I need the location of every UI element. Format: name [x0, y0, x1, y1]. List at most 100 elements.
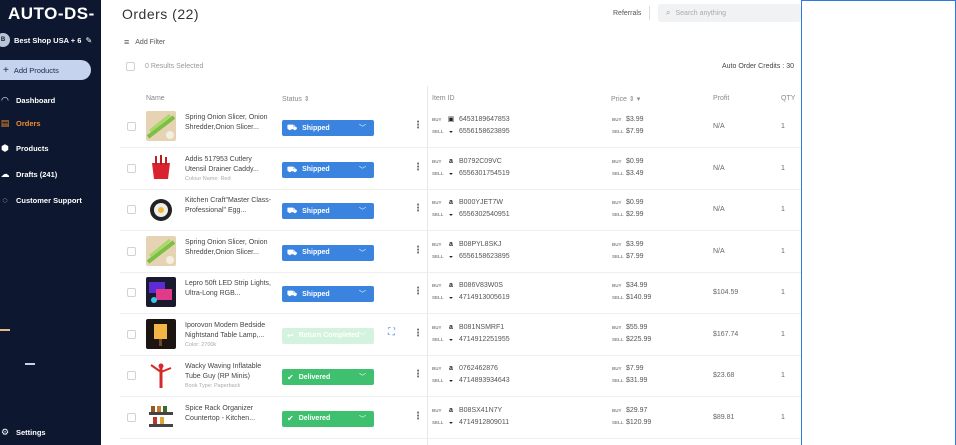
status-dropdown[interactable]: ✔ Delivered ﹀ — [282, 369, 374, 385]
buy-item-id[interactable]: B08SX41N7Y — [459, 407, 502, 414]
product-name[interactable]: Spring Onion Slicer, Onion Shredder,Onio… — [185, 238, 275, 258]
more-options-icon[interactable]: ⋮ — [413, 369, 423, 380]
table-row[interactable]: Addis 517953 Cutlery Utensil Drainer Cad… — [120, 149, 801, 190]
product-name[interactable]: Wacky Waving Inflatable Tube Guy (RP Min… — [185, 362, 275, 382]
sell-item-id[interactable]: 6556302540951 — [459, 211, 510, 218]
column-qty[interactable]: QTY — [781, 95, 795, 102]
add-filter-button[interactable]: ≡ Add Filter — [124, 37, 165, 47]
column-name[interactable]: Name — [146, 95, 165, 102]
shop-selector[interactable]: B Best Shop USA + 6 ✎ — [0, 32, 92, 48]
table-row[interactable]: Spring Onion Slicer, Onion Shredder,Onio… — [120, 232, 801, 273]
sidebar-item-products[interactable]: ⬢ Products — [0, 141, 48, 155]
add-products-button[interactable]: + Add Products — [0, 60, 91, 80]
status-dropdown[interactable]: ✔ Delivered ﹀ — [282, 410, 374, 427]
table-row[interactable]: Spring Onion Slicer, Onion Shredder,Onio… — [120, 107, 801, 148]
amazon-icon: a — [449, 406, 453, 414]
column-price[interactable]: Price ⇕ ▾ — [611, 95, 640, 103]
buy-item-id[interactable]: 6453189647853 — [459, 116, 510, 123]
sidebar-item-settings[interactable]: ⚙ Settings — [0, 425, 46, 439]
sidebar-item-orders[interactable]: ▤ Orders — [0, 116, 41, 130]
product-name[interactable]: Iporovon Modern Bedside Nightstand Table… — [185, 321, 275, 341]
product-variant: Colour Name: Red — [185, 175, 231, 182]
row-checkbox[interactable] — [127, 288, 136, 297]
status-dropdown[interactable]: ↩ Return Completed ﹀ — [282, 327, 374, 344]
table-row[interactable]: Kitchen Craft"Master Class-Professional"… — [120, 190, 801, 231]
column-profit[interactable]: Profit — [713, 95, 729, 102]
row-checkbox[interactable] — [127, 412, 136, 422]
sidebar-item-customer-support[interactable]: ◌ Customer Support — [0, 193, 82, 207]
more-options-icon[interactable]: ⋮ — [413, 162, 423, 173]
more-options-icon[interactable]: ⋮ — [413, 286, 423, 297]
product-thumbnail — [146, 318, 176, 349]
qty-value: 1 — [781, 123, 785, 130]
shopify-icon: ◒ — [448, 418, 454, 426]
product-name[interactable]: Kitchen Craft"Master Class-Professional"… — [185, 196, 275, 216]
more-options-icon[interactable]: ⋮ — [413, 120, 423, 131]
sell-tag: SELL — [432, 378, 444, 383]
product-name[interactable]: Spice Rack Organizer Countertop - Kitche… — [185, 404, 275, 424]
sell-tag: SELL — [432, 129, 444, 134]
sell-tag: SELL — [432, 295, 444, 300]
table-row[interactable]: Spice Rack Organizer Countertop - Kitche… — [120, 398, 801, 439]
row-checkbox[interactable] — [127, 371, 136, 380]
product-name[interactable]: Spring Onion Slicer, Onion Shredder,Onio… — [185, 113, 275, 133]
buy-item-id[interactable]: B000YJET7W — [459, 199, 503, 206]
product-name[interactable]: Addis 517953 Cutlery Utensil Drainer Cad… — [185, 155, 275, 175]
qty-value: 1 — [781, 413, 785, 421]
buy-item-id[interactable]: B0792C09VC — [459, 158, 502, 165]
column-status[interactable]: Status ⇕ — [282, 95, 310, 103]
product-thumbnail — [146, 235, 176, 266]
pencil-icon[interactable]: ✎ — [85, 36, 92, 45]
referrals-link[interactable]: Referrals — [613, 10, 641, 17]
status-dropdown[interactable]: ⛟ Shipped ﹀ — [282, 161, 374, 178]
sell-item-id[interactable]: 4714893934643 — [459, 377, 510, 384]
more-options-icon[interactable]: ⋮ — [413, 328, 423, 339]
sell-tag: SELL — [612, 419, 624, 425]
chevron-down-icon: ﹀ — [359, 291, 366, 298]
select-all-checkbox[interactable] — [126, 62, 135, 71]
row-checkbox[interactable] — [127, 205, 136, 214]
row-checkbox[interactable] — [127, 122, 136, 131]
profit-value: N/A — [713, 164, 725, 172]
item-ids: BUY a 0762462876 SELL ◒ 4714893934643 — [432, 363, 510, 387]
sell-item-id[interactable]: 4714913005619 — [459, 294, 510, 301]
chevron-down-icon: ﹀ — [359, 125, 366, 132]
sell-item-id[interactable]: 4714912251955 — [459, 336, 510, 343]
search-input[interactable]: ⌕ Search anything — [658, 4, 801, 22]
row-checkbox[interactable] — [127, 246, 136, 256]
sidebar-item-drafts[interactable]: ☁ Drafts (241) — [0, 167, 58, 181]
sidebar-item-dashboard[interactable]: ◠ Dashboard — [0, 93, 56, 107]
qty-value: 1 — [781, 289, 785, 296]
item-ids: BUY a B081NSMRF1 SELL ◒ 4714912251955 — [432, 322, 510, 346]
buy-item-id[interactable]: 0762462876 — [459, 365, 498, 372]
more-options-icon[interactable]: ⋮ — [413, 245, 423, 256]
status-dropdown[interactable]: ⛟ Shipped ﹀ — [282, 286, 374, 302]
side-panel — [801, 0, 956, 445]
more-options-icon[interactable]: ⋮ — [413, 203, 423, 214]
sell-item-id[interactable]: 6556158623895 — [459, 128, 510, 135]
row-checkbox[interactable] — [127, 329, 136, 339]
table-row[interactable]: Lepro 50ft LED Strip Lights, Ultra-Long … — [120, 273, 801, 314]
table-row[interactable]: Iporovon Modern Bedside Nightstand Table… — [120, 315, 801, 356]
auto-order-credits: Auto Order Credits : 30 — [722, 63, 794, 70]
more-options-icon[interactable]: ⋮ — [413, 411, 423, 422]
column-item-id[interactable]: Item ID — [432, 95, 455, 102]
row-checkbox[interactable] — [127, 163, 136, 173]
buy-price: $34.99 — [626, 282, 648, 289]
table-row[interactable]: Wacky Waving Inflatable Tube Guy (RP Min… — [120, 356, 801, 397]
product-name[interactable]: Lepro 50ft LED Strip Lights, Ultra-Long … — [185, 279, 275, 299]
scan-icon[interactable]: ⛶ — [388, 327, 395, 338]
status-dropdown[interactable]: ⛟ Shipped ﹀ — [282, 203, 374, 219]
sell-item-id[interactable]: 4714912809011 — [459, 419, 509, 426]
sidebar-item-label: Settings — [16, 427, 46, 437]
status-dropdown[interactable]: ⛟ Shipped ﹀ — [282, 120, 374, 136]
sell-tag: SELL — [432, 336, 444, 342]
sell-item-id[interactable]: 6556301754519 — [459, 170, 510, 177]
buy-item-id[interactable]: B086V83W0S — [459, 282, 503, 289]
buy-item-id[interactable]: B081NSMRF1 — [459, 324, 504, 331]
buy-tag: BUY — [432, 407, 442, 413]
status-dropdown[interactable]: ⛟ Shipped ﹀ — [282, 244, 374, 261]
sell-item-id[interactable]: 6556158623895 — [459, 253, 510, 260]
buy-item-id[interactable]: B08PYL8SKJ — [459, 241, 501, 248]
buy-tag: BUY — [432, 366, 442, 371]
